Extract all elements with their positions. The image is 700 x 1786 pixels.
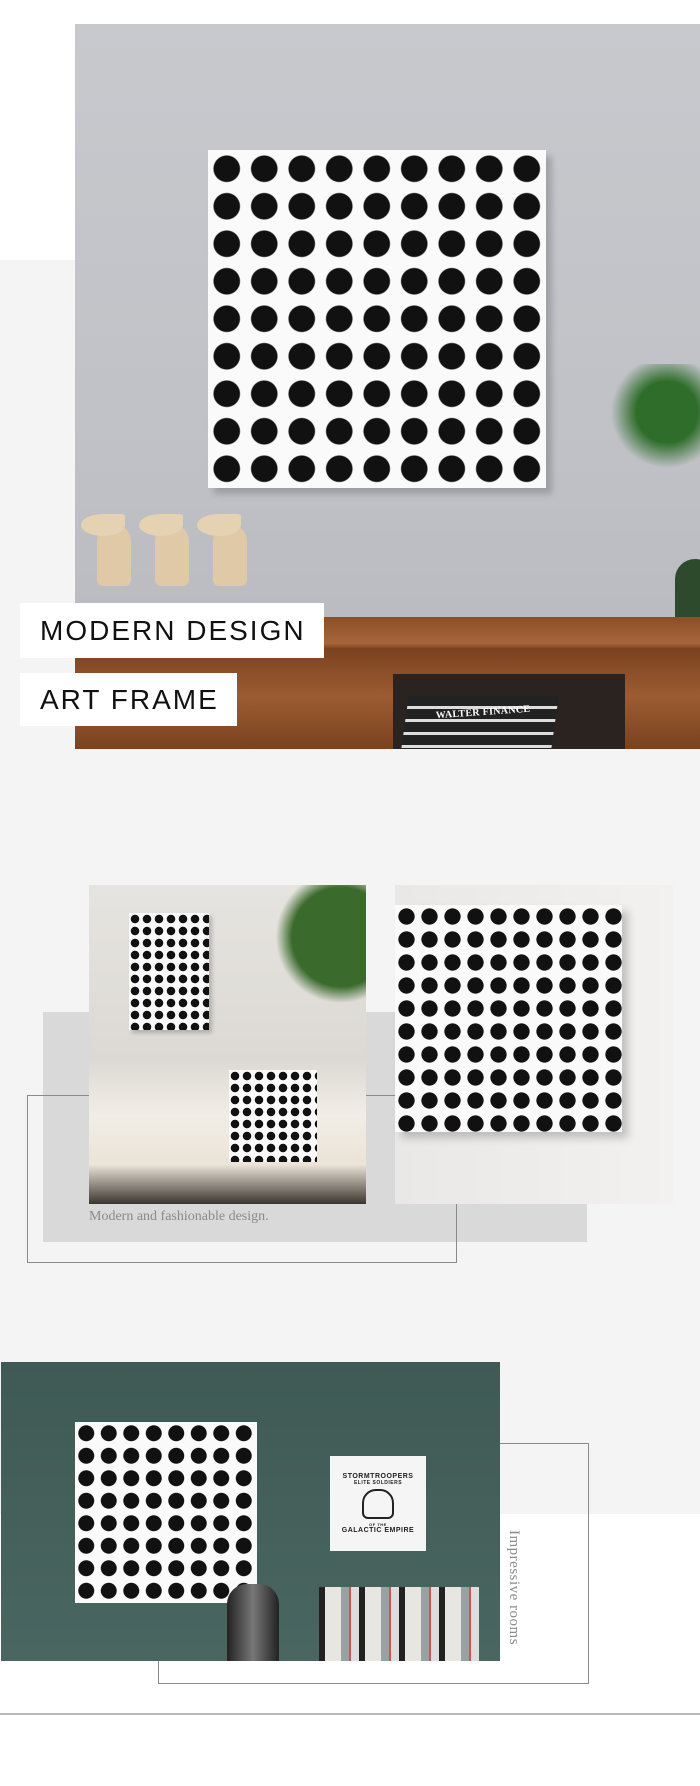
- monstera-leaf: [264, 885, 366, 1015]
- book-row: [319, 1587, 479, 1661]
- dot-art-canvas: [208, 150, 546, 488]
- bird-beak: [197, 514, 241, 536]
- bird-beak: [81, 514, 125, 536]
- vase: [227, 1584, 279, 1661]
- floor: [89, 1165, 366, 1204]
- divider: [0, 1713, 700, 1715]
- poster-bottom-text: GALACTIC EMPIRE: [341, 1527, 415, 1534]
- dot-art-canvas: [395, 905, 622, 1132]
- poster-top-text: STORMTROOPERS: [342, 1473, 414, 1480]
- green-room-photo: STORMTROOPERS ELITE SOLDIERS OF THE GALA…: [1, 1362, 500, 1661]
- canvas-closeup-photo: [395, 885, 673, 1204]
- bird-beak: [139, 514, 183, 536]
- helmet-icon: [362, 1489, 394, 1519]
- hero-title-line2: ART FRAME: [20, 673, 237, 726]
- stormtrooper-poster: STORMTROOPERS ELITE SOLDIERS OF THE GALA…: [330, 1456, 426, 1551]
- hero-title-line1: MODERN DESIGN: [20, 603, 324, 658]
- poster-sub-text: ELITE SOLDIERS: [353, 1480, 403, 1486]
- dot-art-canvas: [75, 1422, 257, 1603]
- side-label: Impressive rooms: [506, 1530, 522, 1646]
- room-collage-photo: [89, 885, 366, 1204]
- dot-art-canvas: [229, 1070, 317, 1162]
- dot-art-canvas: [129, 913, 209, 1030]
- gallery-caption: Modern and fashionable design.: [89, 1209, 269, 1224]
- plant: [595, 364, 700, 484]
